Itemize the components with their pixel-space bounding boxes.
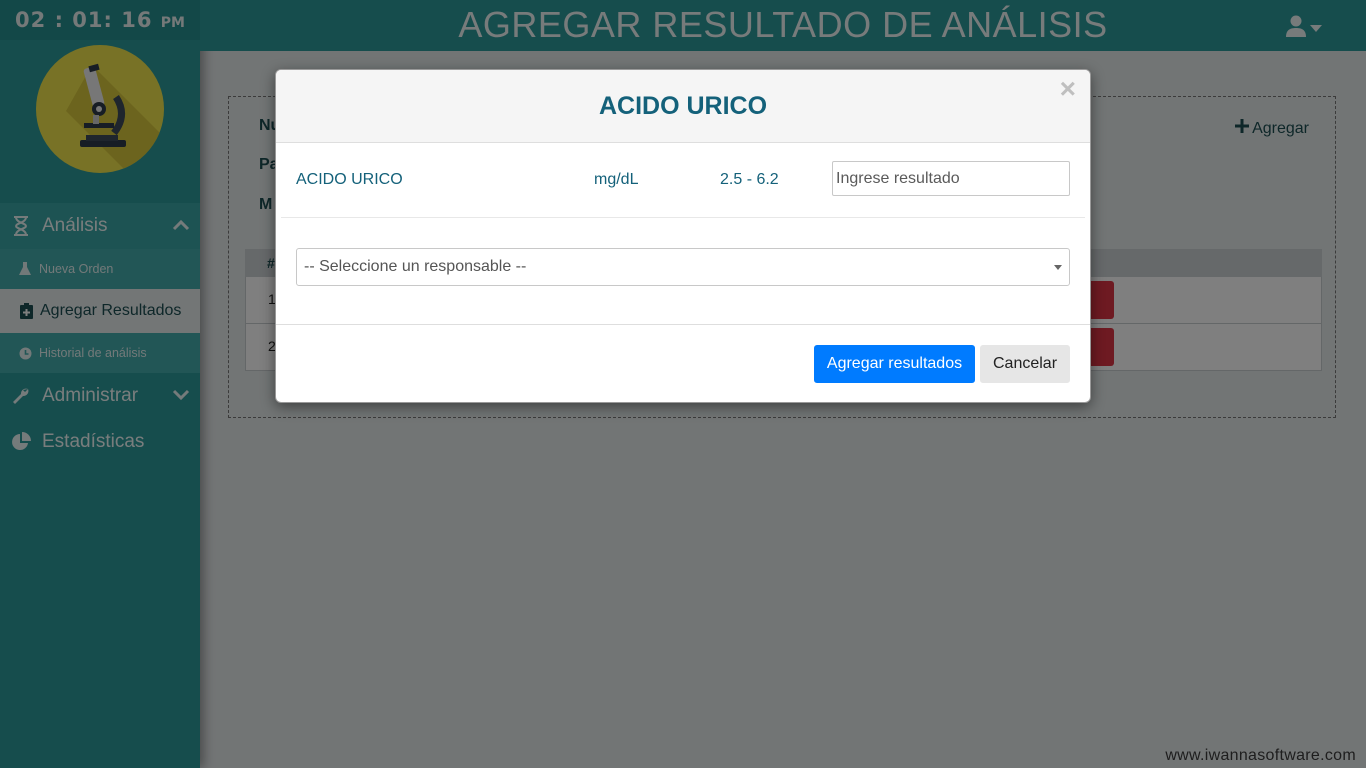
modal-title: ACIDO URICO xyxy=(598,92,768,120)
result-modal: ACIDO URICO × ACIDO URICO mg/dL 2.5 - 6.… xyxy=(275,69,1091,403)
result-row: ACIDO URICO mg/dL 2.5 - 6.2 xyxy=(281,143,1085,218)
modal-header: ACIDO URICO × xyxy=(276,70,1090,143)
analyte-unit: mg/dL xyxy=(594,171,639,188)
reference-range: 2.5 - 6.2 xyxy=(720,171,779,188)
close-icon[interactable]: × xyxy=(1060,74,1076,104)
analyte-name: ACIDO URICO xyxy=(296,171,403,188)
result-input[interactable] xyxy=(832,161,1070,196)
responsable-select-value: -- Seleccione un responsable -- xyxy=(304,258,527,275)
add-results-button[interactable]: Agregar resultados xyxy=(814,345,975,383)
cancel-button[interactable]: Cancelar xyxy=(980,345,1070,383)
caret-down-icon xyxy=(1054,265,1062,270)
responsable-select[interactable]: -- Seleccione un responsable -- xyxy=(296,248,1070,286)
responsable-section: -- Seleccione un responsable -- xyxy=(276,218,1090,325)
modal-footer: Agregar resultados Cancelar xyxy=(276,325,1090,402)
